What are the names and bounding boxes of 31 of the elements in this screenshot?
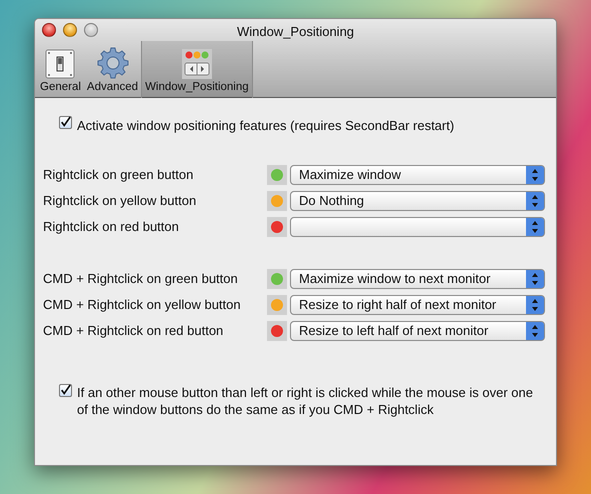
toggle-switch-icon [45, 48, 76, 79]
close-button[interactable] [42, 23, 56, 37]
row-label: Rightclick on red button [43, 218, 180, 236]
popup-button[interactable] [290, 216, 545, 236]
toolbar-tab[interactable]: Window_Positioning [141, 41, 253, 98]
row-label: CMD + Rightclick on yellow button [43, 296, 242, 314]
stepper-icon [526, 218, 544, 236]
row-label: Rightclick on green button [43, 166, 194, 184]
row-label: CMD + Rightclick on green button [43, 270, 239, 288]
toolbar-tab[interactable]: General [37, 41, 84, 98]
checkbox-label: If an other mouse button than left or right is clicked while the mouse is over one of the window buttons do the same as if you CMD + Rightclick [77, 384, 534, 419]
toolbar-tab[interactable]: Advanced [84, 41, 142, 98]
popup-button[interactable]: Resize to left half of next monitor [290, 320, 545, 340]
popup-button[interactable]: Maximize window to next monitor [290, 268, 545, 288]
stepper-icon [526, 270, 544, 288]
row-label: CMD + Rightclick on red button [43, 322, 224, 340]
popup-button[interactable]: Do Nothing [290, 190, 545, 210]
popup-button[interactable]: Maximize window [290, 164, 545, 184]
window-buttons-icon [182, 48, 212, 79]
popup-button[interactable]: Resize to right half of next monitor [290, 294, 545, 314]
stepper-icon [526, 192, 544, 210]
checkbox[interactable] [59, 116, 72, 129]
minimize-button[interactable] [63, 23, 77, 37]
stepper-icon [526, 166, 544, 184]
checkbox[interactable] [59, 384, 72, 396]
window-title: Window_Positioning [236, 23, 354, 41]
stepper-icon [526, 296, 544, 314]
gear-icon [96, 46, 128, 79]
row-label: Rightclick on yellow button [43, 192, 198, 210]
stepper-icon [526, 322, 544, 340]
checkbox-label: Activate window positioning features (requires SecondBar restart) [77, 117, 454, 135]
